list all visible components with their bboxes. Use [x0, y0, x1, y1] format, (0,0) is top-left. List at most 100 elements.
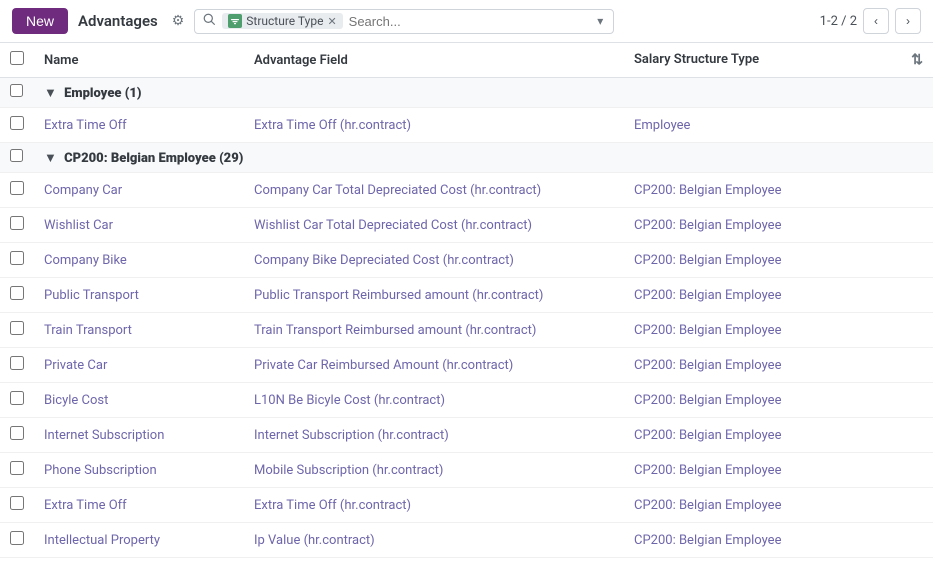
row-name-link[interactable]: Wishlist Car: [44, 218, 113, 233]
page-title: Advantages: [78, 12, 158, 30]
row-salary-structure-type: CP200: Belgian Employee: [624, 488, 933, 523]
row-checkbox-cell: [0, 383, 34, 418]
row-advantage-field: Ip Value (hr.contract): [244, 523, 624, 558]
row-checkbox-cell: [0, 313, 34, 348]
row-advantage-field: Extra Time Off (hr.contract): [244, 488, 624, 523]
filter-tag-label: Structure Type: [246, 14, 323, 28]
row-checkbox[interactable]: [10, 356, 24, 370]
row-name: Phone Subscription: [34, 453, 244, 488]
header-checkbox-cell: [0, 43, 34, 78]
row-name: Bicyle Cost: [34, 383, 244, 418]
table-row: Bicyle Cost L10N Be Bicyle Cost (hr.cont…: [0, 383, 933, 418]
row-name: Private Car: [34, 348, 244, 383]
row-name: Company Bike: [34, 243, 244, 278]
row-name: Company Car: [34, 173, 244, 208]
row-checkbox-cell: [0, 108, 34, 143]
prev-page-button[interactable]: ‹: [863, 8, 889, 34]
row-salary-structure-type: CP200: Belgian Employee: [624, 278, 933, 313]
header-advantage-field: Advantage Field: [244, 43, 624, 78]
row-salary-structure-type: CP200: Belgian Employee: [624, 348, 933, 383]
topbar: New Advantages ⚙ Structure Type ✕ ▾ 1-2 …: [0, 0, 933, 43]
row-name-link[interactable]: Public Transport: [44, 288, 139, 303]
row-name-link[interactable]: Company Car: [44, 183, 122, 198]
select-all-checkbox[interactable]: [10, 51, 24, 65]
row-advantage-field: Private Car Reimbursed Amount (hr.contra…: [244, 348, 624, 383]
row-checkbox-cell: [0, 173, 34, 208]
filter-tag-remove[interactable]: ✕: [327, 15, 336, 28]
row-name-link[interactable]: Internet Subscription: [44, 428, 164, 443]
header-name: Name: [34, 43, 244, 78]
group-toggle-icon[interactable]: ▼: [44, 151, 57, 166]
row-name-link[interactable]: Company Bike: [44, 253, 127, 268]
row-checkbox-cell: [0, 348, 34, 383]
row-checkbox[interactable]: [10, 251, 24, 265]
row-advantage-field: Company Car Total Depreciated Cost (hr.c…: [244, 173, 624, 208]
row-checkbox[interactable]: [10, 461, 24, 475]
search-dropdown-button[interactable]: ▾: [595, 14, 605, 28]
row-name-link[interactable]: Phone Subscription: [44, 463, 157, 478]
row-name: Internet Subscription: [34, 418, 244, 453]
row-salary-structure-type: CP200: Belgian Employee: [624, 313, 933, 348]
group-row: ▼ Employee (1): [0, 78, 933, 108]
group-row: ▼ CP200: Belgian Employee (29): [0, 143, 933, 173]
row-checkbox-cell: [0, 208, 34, 243]
row-checkbox[interactable]: [10, 321, 24, 335]
row-advantage-field: Wishlist Car Total Depreciated Cost (hr.…: [244, 208, 624, 243]
row-checkbox[interactable]: [10, 426, 24, 440]
gear-icon[interactable]: ⚙: [172, 13, 185, 29]
row-name-link[interactable]: Intellectual Property: [44, 533, 160, 548]
row-salary-structure-type: CP200: Belgian Employee: [624, 383, 933, 418]
row-salary-structure-type: Employee: [624, 108, 933, 143]
pagination: 1-2 / 2 ‹ ›: [820, 8, 921, 34]
search-icon: [203, 13, 216, 30]
column-adjust-icon[interactable]: ⇅: [911, 52, 923, 68]
row-checkbox-cell: [0, 453, 34, 488]
filter-tag: Structure Type ✕: [222, 13, 342, 29]
row-checkbox[interactable]: [10, 116, 24, 130]
table-row: Wishlist Car Wishlist Car Total Deprecia…: [0, 208, 933, 243]
group-toggle-icon[interactable]: ▼: [44, 86, 57, 101]
row-name: Extra Time Off: [34, 108, 244, 143]
table-row: Intellectual Property Ip Value (hr.contr…: [0, 523, 933, 558]
row-salary-structure-type: CP200: Belgian Employee: [624, 243, 933, 278]
group-checkbox[interactable]: [10, 149, 23, 162]
table-header-row: Name Advantage Field Salary Structure Ty…: [0, 43, 933, 78]
row-advantage-field: Internet Subscription (hr.contract): [244, 418, 624, 453]
new-button[interactable]: New: [12, 8, 68, 34]
row-name: Extra Time Off: [34, 488, 244, 523]
next-page-button[interactable]: ›: [895, 8, 921, 34]
table-row: Company Bike Company Bike Depreciated Co…: [0, 243, 933, 278]
group-checkbox-cell: [0, 143, 34, 173]
table-container: Name Advantage Field Salary Structure Ty…: [0, 43, 933, 572]
pagination-text: 1-2 / 2: [820, 14, 857, 29]
group-checkbox[interactable]: [10, 84, 23, 97]
row-name-link[interactable]: Extra Time Off: [44, 118, 127, 133]
row-name-link[interactable]: Train Transport: [44, 323, 132, 338]
row-name: Wishlist Car: [34, 208, 244, 243]
search-input[interactable]: [349, 14, 590, 29]
row-name-link[interactable]: Extra Time Off: [44, 498, 127, 513]
row-checkbox[interactable]: [10, 496, 24, 510]
row-salary-structure-type: CP200: Belgian Employee: [624, 418, 933, 453]
row-salary-structure-type: CP200: Belgian Employee: [624, 173, 933, 208]
row-checkbox[interactable]: [10, 181, 24, 195]
row-salary-structure-type: CP200: Belgian Employee: [624, 523, 933, 558]
row-name-link[interactable]: Private Car: [44, 358, 107, 373]
row-name-link[interactable]: Bicyle Cost: [44, 393, 108, 408]
row-advantage-field: Extra Time Off (hr.contract): [244, 108, 624, 143]
row-checkbox[interactable]: [10, 391, 24, 405]
row-advantage-field: Mobile Subscription (hr.contract): [244, 453, 624, 488]
row-checkbox[interactable]: [10, 531, 24, 545]
group-checkbox-cell: [0, 78, 34, 108]
row-checkbox[interactable]: [10, 286, 24, 300]
row-advantage-field: L10N Be Bicyle Cost (hr.contract): [244, 383, 624, 418]
table-row: Train Transport Train Transport Reimburs…: [0, 313, 933, 348]
row-advantage-field: Public Transport Reimbursed amount (hr.c…: [244, 278, 624, 313]
row-checkbox-cell: [0, 488, 34, 523]
table-row: Extra Time Off Extra Time Off (hr.contra…: [0, 488, 933, 523]
row-checkbox[interactable]: [10, 216, 24, 230]
filter-tag-icon: [228, 14, 242, 28]
row-advantage-field: Train Transport Reimbursed amount (hr.co…: [244, 313, 624, 348]
header-salary-structure-type: Salary Structure Type ⇅: [624, 43, 933, 78]
table-body: ▼ Employee (1) Extra Time Off Extra Time…: [0, 78, 933, 558]
